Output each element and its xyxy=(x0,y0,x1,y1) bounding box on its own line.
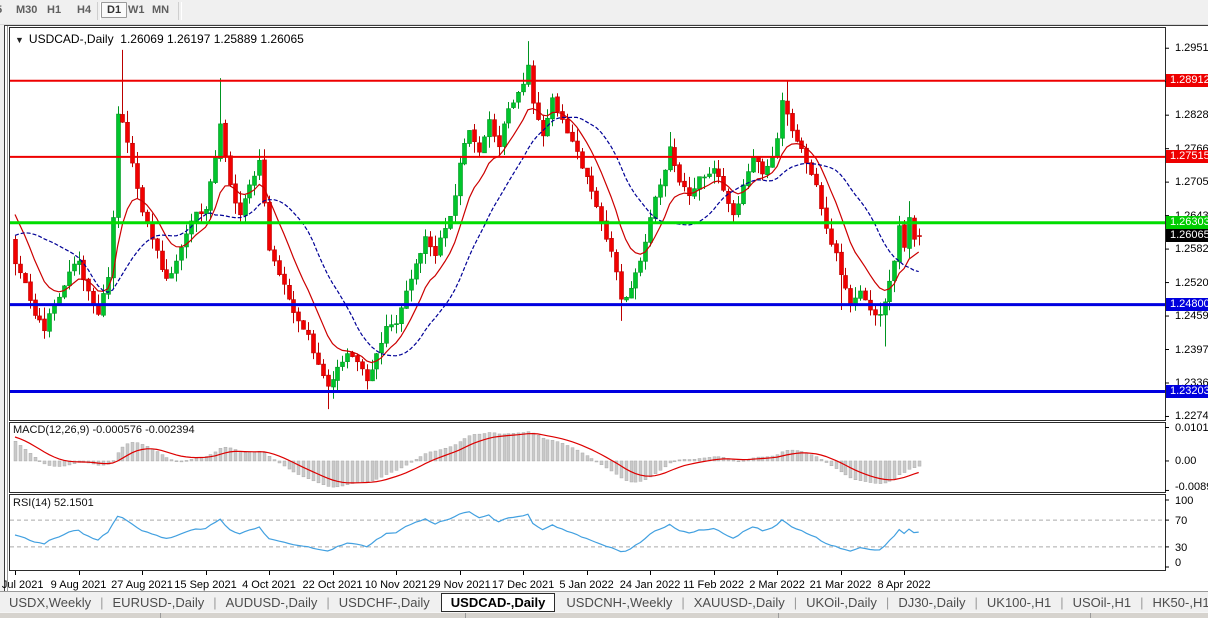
date-label: 15 Sep 2021 xyxy=(174,579,237,591)
macd-tick: -0.00893 xyxy=(1175,481,1208,493)
timeframe-W1[interactable]: W1 xyxy=(128,4,145,16)
chart-canvas[interactable] xyxy=(5,26,1208,591)
date-label: 10 Nov 2021 xyxy=(364,579,428,591)
tab-usdchf-daily[interactable]: USDCHF-,Daily xyxy=(330,595,439,610)
tab-eurusd-daily[interactable]: EURUSD-,Daily xyxy=(104,595,214,610)
strip-divider xyxy=(1090,613,1091,618)
price-badge-1.23203: 1.23203 xyxy=(1166,385,1208,399)
timeframe-D1[interactable]: D1 xyxy=(101,2,128,18)
timeframe-H1[interactable]: H1 xyxy=(47,4,61,16)
timeframe-5[interactable]: 5 xyxy=(0,4,2,16)
terminal-window: 5 M30 H1 H4 D1W1 MN ▼ USDCAD-,Daily 1.26069 1.… xyxy=(0,0,1208,618)
date-label: 21 Jul 2021 xyxy=(0,579,44,591)
timeframe-MN[interactable]: MN xyxy=(152,4,169,16)
price-tick: 1.25820 xyxy=(1175,243,1208,256)
symbol-tabbar: USDX,Weekly | EURUSD-,Daily | AUDUSD-,Daily |… xyxy=(0,591,1208,613)
chevron-down-icon[interactable]: ▼ xyxy=(15,35,24,45)
date-label: 9 Aug 2021 xyxy=(50,579,107,591)
price-tick: 1.25205 xyxy=(1175,276,1208,289)
macd-tick: 0.010127 xyxy=(1175,421,1208,434)
date-label: 27 Aug 2021 xyxy=(111,579,173,591)
date-label: 4 Oct 2021 xyxy=(242,579,296,591)
chart-window: ▼ USDCAD-,Daily 1.26069 1.26197 1.25889 1… xyxy=(0,25,1208,592)
price-tick: 1.23975 xyxy=(1175,343,1208,356)
tab-usdcad-daily[interactable]: USDCAD-,Daily xyxy=(440,593,556,612)
date-label: 24 Jan 2022 xyxy=(619,579,681,591)
chart-bg xyxy=(5,26,1208,591)
tab-xauusd-daily[interactable]: XAUUSD-,Daily xyxy=(685,595,794,610)
rsi-indicator-label: RSI(14) 52.1501 xyxy=(13,497,94,509)
price-tick: 1.28280 xyxy=(1175,109,1208,122)
date-label: 22 Oct 2021 xyxy=(302,579,363,591)
timeframe-H4[interactable]: H4 xyxy=(77,4,91,16)
toolbar-separator xyxy=(97,2,101,20)
tab-usoil-h1[interactable]: USOil-,H1 xyxy=(1064,595,1141,610)
strip-divider xyxy=(465,613,466,618)
price-badge-1.26065: 1.26065 xyxy=(1166,229,1208,243)
price-badge-1.24800: 1.24800 xyxy=(1166,298,1208,312)
date-label: 11 Feb 2022 xyxy=(683,579,745,591)
tab-uk100-h1[interactable]: UK100-,H1 xyxy=(978,595,1060,610)
rsi-tick: 0 xyxy=(1175,557,1182,569)
date-label: 2 Mar 2022 xyxy=(749,579,805,591)
tab-ukoil-daily[interactable]: UKOil-,Daily xyxy=(797,595,886,610)
date-label: 17 Dec 2021 xyxy=(491,579,555,591)
tab-usdx-weekly[interactable]: USDX,Weekly xyxy=(0,595,100,610)
chart-title: ▼ USDCAD-,Daily 1.26069 1.26197 1.25889 1… xyxy=(15,32,304,46)
date-label: 5 Jan 2022 xyxy=(559,579,614,591)
rsi-tick: 100 xyxy=(1175,495,1194,507)
chart-ohlc-values: 1.26069 1.26197 1.25889 1.26065 xyxy=(120,32,304,46)
rsi-tick: 70 xyxy=(1175,515,1188,528)
bottom-strip xyxy=(0,612,1208,618)
date-label: 21 Mar 2022 xyxy=(809,579,872,591)
price-tick: 1.24590 xyxy=(1175,310,1208,323)
strip-divider xyxy=(778,613,779,618)
date-label: 29 Nov 2021 xyxy=(428,579,491,591)
strip-divider xyxy=(160,613,161,618)
tab-hk50-h1[interactable]: HK50-,H1 xyxy=(1144,595,1208,610)
price-tick: 1.29510 xyxy=(1175,42,1208,55)
toolbar-separator xyxy=(178,2,182,20)
price-badge-1.28912: 1.28912 xyxy=(1166,74,1208,88)
tab-audusd-daily[interactable]: AUDUSD-,Daily xyxy=(217,595,327,610)
price-badge-1.27515: 1.27515 xyxy=(1166,150,1208,164)
price-tick: 1.27050 xyxy=(1175,176,1208,189)
chart-symbol-label: USDCAD-,Daily xyxy=(28,32,114,46)
date-label: 8 Apr 2022 xyxy=(877,579,931,591)
timeframe-M30[interactable]: M30 xyxy=(16,4,37,16)
macd-tick: 0.00 xyxy=(1175,454,1197,467)
price-badge-1.26303: 1.26303 xyxy=(1166,216,1208,230)
tab-usdcnh-weekly[interactable]: USDCNH-,Weekly xyxy=(557,595,681,610)
tab-dj30-daily[interactable]: DJ30-,Daily xyxy=(889,595,974,610)
macd-indicator-label: MACD(12,26,9) -0.000576 -0.002394 xyxy=(13,424,195,436)
rsi-tick: 30 xyxy=(1175,541,1188,554)
timeframe-toolbar: 5 M30 H1 H4 D1W1 MN xyxy=(0,0,1208,25)
